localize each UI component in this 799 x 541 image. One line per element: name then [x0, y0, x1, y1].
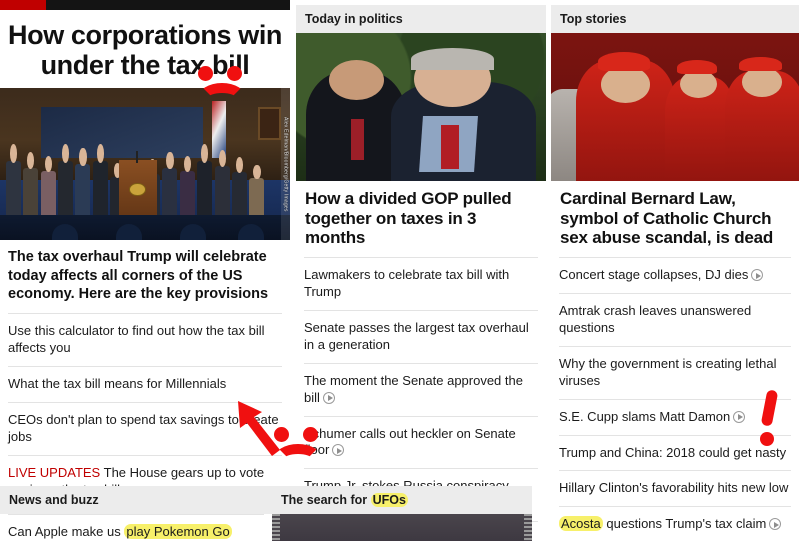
politics-photo[interactable] [296, 33, 546, 181]
link-text: CEOs don't plan to spend tax savings to … [8, 411, 279, 444]
section-header-news-and-buzz: News and buzz [0, 486, 272, 514]
link-text: Why the government is creating lethal vi… [559, 355, 777, 388]
politics-photo-scene [296, 33, 546, 181]
link-text: Concert stage collapses, DJ dies [559, 267, 749, 283]
list-item[interactable]: S.E. Cupp slams Matt Damon [559, 398, 791, 435]
link-text: Lawmakers to celebrate tax bill with Tru… [304, 267, 510, 300]
link-text: questions Trump's tax claim [606, 516, 767, 532]
top-stories-headline[interactable]: Cardinal Bernard Law, symbol of Catholic… [551, 181, 799, 257]
hero-headline[interactable]: How corporations win under the tax bill [0, 10, 290, 84]
play-icon[interactable] [332, 444, 345, 457]
top-black-bar [46, 0, 290, 10]
highlighted-term-ufos: UFOs [370, 493, 408, 507]
list-item[interactable]: Senate passes the largest tax overhaul i… [304, 309, 538, 363]
play-icon[interactable] [769, 518, 782, 531]
list-item[interactable]: Schumer calls out heckler on Senate floo… [304, 415, 538, 469]
play-icon[interactable] [733, 410, 746, 423]
left-link-list: Use this calculator to find out how the … [0, 313, 290, 507]
news-and-buzz-panel: News and buzz Can Apple make us play Pok… [0, 486, 272, 541]
link-text: Trump and China: 2018 could get nasty [559, 444, 787, 460]
list-item[interactable]: Can Apple make us play Pokemon Go again? [8, 514, 264, 541]
hero-lede[interactable]: The tax overhaul Trump will celebrate to… [0, 240, 290, 313]
top-stories-photo[interactable] [551, 33, 799, 181]
film-edge-right [524, 514, 532, 541]
link-text: The moment the Senate approved the bill [304, 372, 523, 405]
list-item[interactable]: Concert stage collapses, DJ dies [559, 257, 791, 293]
photo-credit: Alex Edelman/Bloomberg/Getty Images [281, 88, 290, 241]
list-item[interactable]: What the tax bill means for Millennials [8, 366, 282, 402]
list-item[interactable]: Use this calculator to find out how the … [8, 313, 282, 366]
link-text: What the tax bill means for Millennials [8, 376, 227, 392]
hero-photo-scene [0, 88, 290, 241]
list-item[interactable]: Amtrak crash leaves unanswered questions [559, 293, 791, 346]
list-item[interactable]: Why the government is creating lethal vi… [559, 345, 791, 399]
live-updates-kicker: LIVE UPDATES [8, 464, 101, 480]
list-item[interactable]: Acosta questions Trump's tax claim [559, 506, 791, 541]
list-item[interactable]: Lawmakers to celebrate tax bill with Tru… [304, 257, 538, 310]
right-link-list: Concert stage collapses, DJ dies Amtrak … [551, 257, 799, 541]
middle-column: Today in politics How a divided GOP pull… [296, 5, 546, 541]
hero-photo[interactable]: Alex Edelman/Bloomberg/Getty Images [0, 88, 290, 241]
list-item[interactable]: Trump and China: 2018 could get nasty [559, 434, 791, 471]
right-column: Top stories Cardinal Bernard Law, symbol… [551, 5, 799, 541]
list-item[interactable]: Hillary Clinton's favorability hits new … [559, 470, 791, 506]
section-header-today-in-politics: Today in politics [296, 5, 546, 33]
top-stories-photo-scene [551, 33, 799, 181]
list-item[interactable]: The moment the Senate approved the bill [304, 362, 538, 416]
section-header-top-stories: Top stories [551, 5, 799, 33]
politics-headline[interactable]: How a divided GOP pulled together on tax… [296, 181, 546, 257]
section-title-prefix: The search for [281, 493, 371, 507]
link-text: Amtrak crash leaves unanswered questions [559, 303, 752, 335]
search-for-ufos-panel: The search for UFOs [272, 486, 532, 541]
left-column: How corporations win under the tax bill [0, 10, 290, 508]
link-text: S.E. Cupp slams Matt Damon [559, 408, 731, 424]
news-and-buzz-list: Can Apple make us play Pokemon Go again? [0, 514, 272, 541]
highlighted-term-pokemon-go: play Pokemon Go [124, 524, 232, 539]
link-text: Hillary Clinton's favorability hits new … [559, 480, 789, 496]
play-icon[interactable] [751, 269, 764, 282]
link-text: Use this calculator to find out how the … [8, 323, 265, 356]
list-item[interactable]: CEOs don't plan to spend tax savings to … [8, 401, 282, 455]
play-icon[interactable] [322, 391, 335, 404]
ufo-photo[interactable] [272, 514, 532, 541]
film-edge-left [272, 514, 280, 541]
link-text: Senate passes the largest tax overhaul i… [304, 319, 529, 352]
section-header-search-for-ufos: The search for UFOs [272, 486, 532, 514]
news-homepage: How corporations win under the tax bill [0, 0, 799, 541]
link-text-prefix: Can Apple make us [8, 524, 125, 539]
highlighted-term-acosta: Acosta [559, 516, 603, 532]
